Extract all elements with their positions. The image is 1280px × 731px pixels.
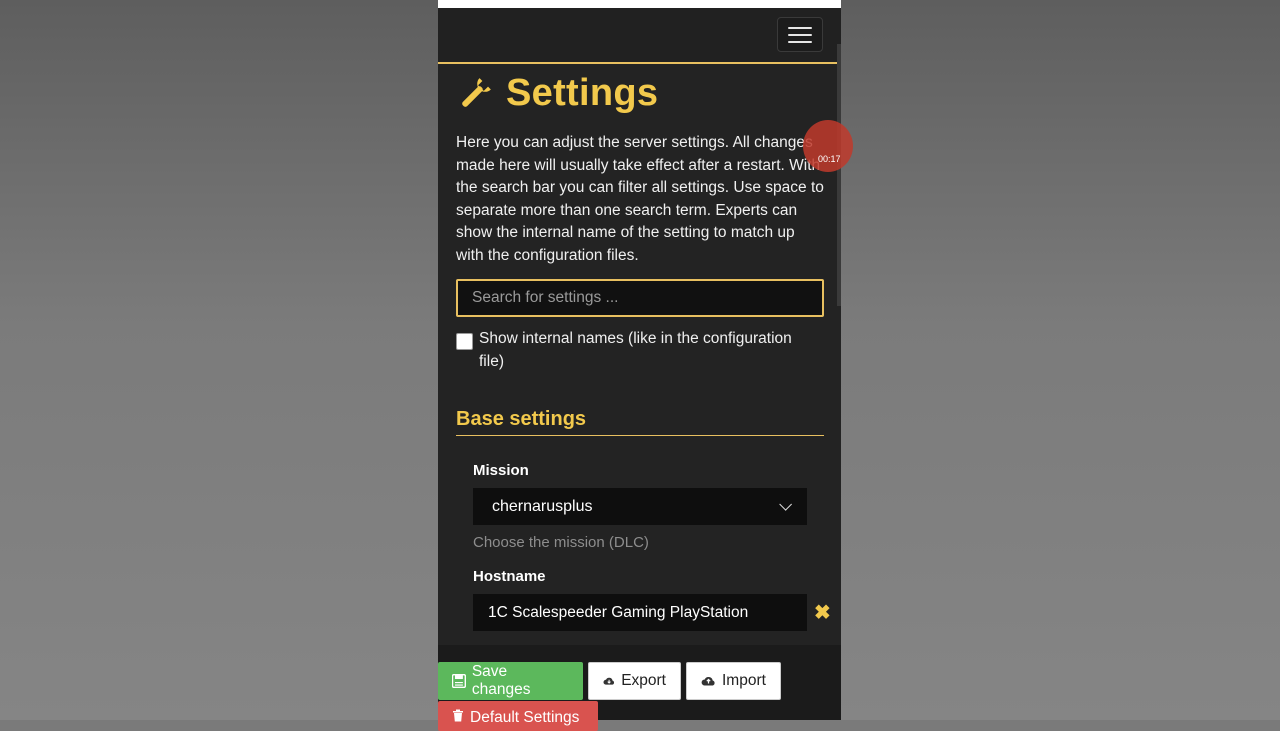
save-label: Save changes	[472, 663, 569, 699]
export-button[interactable]: Export	[588, 662, 681, 700]
status-strip	[438, 0, 841, 8]
mission-select[interactable]: chernarusplus	[473, 488, 807, 525]
import-button[interactable]: Import	[686, 662, 781, 700]
export-label: Export	[621, 672, 666, 690]
save-icon	[452, 674, 466, 688]
default-settings-label: Default Settings	[470, 709, 579, 727]
hostname-input[interactable]: 1C Scalespeeder Gaming PlayStation	[473, 594, 807, 631]
chevron-down-icon	[779, 498, 792, 511]
intro-text: Here you can adjust the server settings.…	[456, 132, 824, 267]
wrench-icon	[456, 73, 496, 113]
page-header: Settings	[456, 70, 658, 116]
mobile-viewport: Settings Here you can adjust the server …	[438, 0, 841, 720]
show-internal-names-checkbox[interactable]	[456, 333, 473, 350]
trash-icon	[452, 709, 464, 722]
menu-icon[interactable]	[777, 17, 823, 52]
scrollbar[interactable]	[837, 44, 841, 306]
import-label: Import	[722, 672, 766, 690]
search-input[interactable]	[456, 279, 824, 317]
save-button[interactable]: Save changes	[438, 662, 583, 700]
mission-help: Choose the mission (DLC)	[473, 534, 649, 551]
cloud-download-icon	[603, 675, 615, 687]
mission-value: chernarusplus	[492, 498, 593, 516]
cloud-upload-icon	[701, 675, 716, 687]
navbar	[438, 8, 841, 64]
close-icon[interactable]: ✖	[814, 600, 831, 625]
recording-badge	[803, 120, 853, 172]
hostname-value: 1C Scalespeeder Gaming PlayStation	[488, 604, 748, 622]
page-title: Settings	[506, 72, 658, 115]
show-internal-names-label[interactable]: Show internal names (like in the configu…	[479, 328, 819, 373]
mission-label: Mission	[473, 462, 529, 479]
recording-time: 00:17	[818, 154, 841, 164]
default-settings-button[interactable]: Default Settings	[438, 701, 598, 731]
navbar-divider	[438, 62, 841, 64]
hostname-label: Hostname	[473, 568, 546, 585]
show-internal-names-row: Show internal names (like in the configu…	[456, 328, 824, 373]
section-title: Base settings	[456, 408, 824, 436]
